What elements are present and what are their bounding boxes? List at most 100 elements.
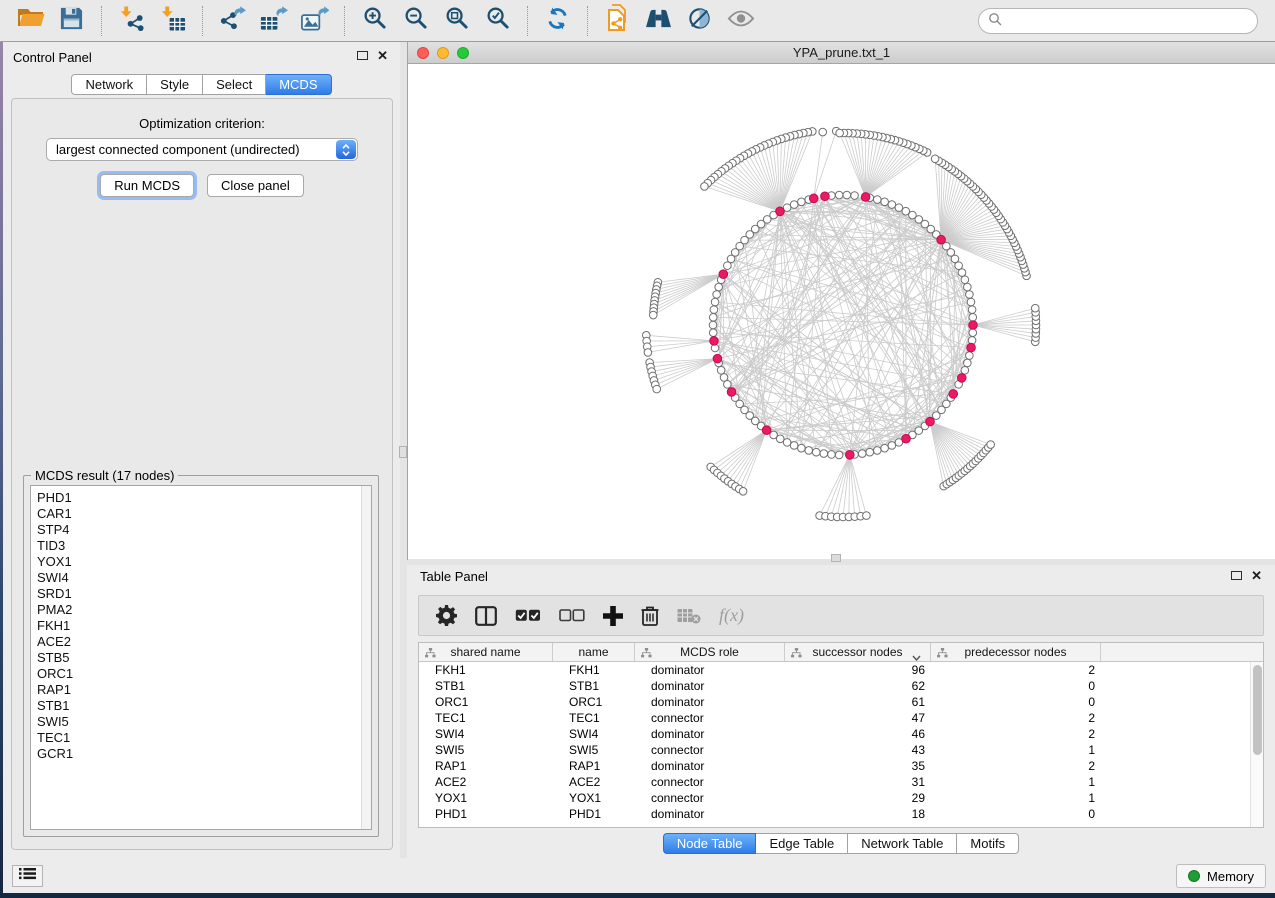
function-builder-icon[interactable]: f(x) <box>719 605 744 626</box>
table-cell: connector <box>635 711 785 725</box>
table-row[interactable]: PHD1PHD1dominator180 <box>419 806 1263 822</box>
network-window-titlebar[interactable]: YPA_prune.txt_1 <box>408 42 1275 64</box>
minimize-window-icon[interactable] <box>437 47 449 59</box>
table-cell: FKH1 <box>553 663 635 677</box>
column-header-MCDS-role[interactable]: MCDS role <box>635 643 785 661</box>
mcds-result-item[interactable]: SWI4 <box>31 570 371 586</box>
mcds-result-item[interactable]: FKH1 <box>31 618 371 634</box>
maximize-window-icon[interactable] <box>457 47 469 59</box>
clone-network-button[interactable] <box>599 4 636 38</box>
delete-table-icon[interactable] <box>677 608 701 624</box>
import-network-button[interactable] <box>113 4 150 38</box>
close-panel-icon[interactable]: ✕ <box>377 50 388 61</box>
table-row[interactable]: TEC1TEC1connector472 <box>419 710 1263 726</box>
export-network-button[interactable] <box>214 4 251 38</box>
tab-edge-table[interactable]: Edge Table <box>756 833 848 854</box>
table-cell: FKH1 <box>419 663 553 677</box>
mcds-result-item[interactable]: TEC1 <box>31 730 371 746</box>
tab-motifs[interactable]: Motifs <box>957 833 1019 854</box>
table-row[interactable]: RAP1RAP1dominator352 <box>419 758 1263 774</box>
tab-node-table[interactable]: Node Table <box>663 833 757 854</box>
task-history-button[interactable] <box>12 865 43 887</box>
network-canvas[interactable] <box>408 64 1275 559</box>
mcds-result-item[interactable]: YOX1 <box>31 554 371 570</box>
show-graphics-details-button[interactable] <box>722 4 759 38</box>
delete-column-icon[interactable] <box>641 605 659 626</box>
horizontal-splitter-handle[interactable] <box>831 554 841 562</box>
mcds-result-item[interactable]: STB1 <box>31 698 371 714</box>
table-cell: dominator <box>635 695 785 709</box>
refresh-icon <box>545 6 570 36</box>
list-scrollbar[interactable] <box>361 486 371 829</box>
mcds-result-item[interactable]: SRD1 <box>31 586 371 602</box>
table-cell: 0 <box>931 679 1101 693</box>
mcds-result-item[interactable]: ORC1 <box>31 666 371 682</box>
optimization-criterion-select[interactable]: largest connected component (undirected) <box>46 138 358 161</box>
export-network-icon <box>218 5 247 37</box>
binoculars-button[interactable] <box>640 4 677 38</box>
table-row[interactable]: YOX1YOX1connector291 <box>419 790 1263 806</box>
tab-mcds[interactable]: MCDS <box>266 74 331 95</box>
zoom-fit-button[interactable] <box>438 4 475 38</box>
mcds-result-item[interactable]: PMA2 <box>31 602 371 618</box>
close-panel-button[interactable]: Close panel <box>207 174 304 197</box>
column-header-successor-nodes[interactable]: successor nodes <box>785 643 931 661</box>
table-cell: 1 <box>931 791 1101 805</box>
float-panel-icon[interactable] <box>357 51 368 60</box>
zoom-out-icon <box>403 5 429 36</box>
zoom-selected-button[interactable] <box>479 4 516 38</box>
status-bar: Memory <box>3 858 1275 893</box>
table-scrollbar-thumb[interactable] <box>1253 665 1262 755</box>
table-cell: 43 <box>785 743 931 757</box>
close-window-icon[interactable] <box>417 47 429 59</box>
select-all-icon[interactable] <box>515 609 541 622</box>
table-row[interactable]: STB1STB1dominator620 <box>419 678 1263 694</box>
column-header-name[interactable]: name <box>553 643 635 661</box>
float-panel-icon[interactable] <box>1231 571 1242 580</box>
deselect-all-icon[interactable] <box>559 609 585 622</box>
network-window-title: YPA_prune.txt_1 <box>793 45 890 60</box>
search-input[interactable] <box>1007 11 1257 31</box>
settings-gear-icon[interactable] <box>436 605 457 626</box>
refresh-button[interactable] <box>539 4 576 38</box>
tab-select[interactable]: Select <box>203 74 266 95</box>
mcds-result-item[interactable]: SWI5 <box>31 714 371 730</box>
close-panel-icon[interactable]: ✕ <box>1251 570 1262 581</box>
table-row[interactable]: ORC1ORC1dominator610 <box>419 694 1263 710</box>
column-header-predecessor-nodes[interactable]: predecessor nodes <box>931 643 1101 661</box>
table-row[interactable]: ACE2ACE2connector311 <box>419 774 1263 790</box>
table-cell: 35 <box>785 759 931 773</box>
column-header-shared-name[interactable]: shared name <box>419 643 553 661</box>
mcds-result-item[interactable]: RAP1 <box>31 682 371 698</box>
table-cell: connector <box>635 775 785 789</box>
import-network-icon <box>118 5 145 37</box>
mcds-result-item[interactable]: ACE2 <box>31 634 371 650</box>
tab-network[interactable]: Network <box>71 74 147 95</box>
hide-graphics-details-button[interactable] <box>681 4 718 38</box>
mcds-result-item[interactable]: TID3 <box>31 538 371 554</box>
mcds-result-item[interactable]: CAR1 <box>31 506 371 522</box>
tab-style[interactable]: Style <box>147 74 203 95</box>
mcds-result-item[interactable]: PHD1 <box>31 490 371 506</box>
table-row[interactable]: FKH1FKH1dominator962 <box>419 662 1263 678</box>
mcds-result-item[interactable]: GCR1 <box>31 746 371 762</box>
table-row[interactable]: SWI5SWI5connector431 <box>419 742 1263 758</box>
table-row[interactable]: SWI4SWI4dominator462 <box>419 726 1263 742</box>
vertical-splitter-handle[interactable] <box>399 446 407 458</box>
zoom-in-button[interactable] <box>356 4 393 38</box>
table-cell: 2 <box>931 663 1101 677</box>
mcds-result-item[interactable]: STP4 <box>31 522 371 538</box>
export-image-button[interactable] <box>296 4 333 38</box>
export-table-button[interactable] <box>255 4 292 38</box>
open-session-button[interactable] <box>12 4 49 38</box>
tab-network-table[interactable]: Network Table <box>848 833 957 854</box>
add-column-icon[interactable] <box>603 606 623 626</box>
save-session-button[interactable] <box>53 4 90 38</box>
run-mcds-button[interactable]: Run MCDS <box>100 174 194 197</box>
zoom-out-button[interactable] <box>397 4 434 38</box>
memory-button[interactable]: Memory <box>1176 864 1266 888</box>
import-table-button[interactable] <box>154 4 191 38</box>
column-chooser-icon[interactable] <box>475 606 497 626</box>
table-scrollbar[interactable] <box>1250 662 1263 827</box>
mcds-result-item[interactable]: STB5 <box>31 650 371 666</box>
